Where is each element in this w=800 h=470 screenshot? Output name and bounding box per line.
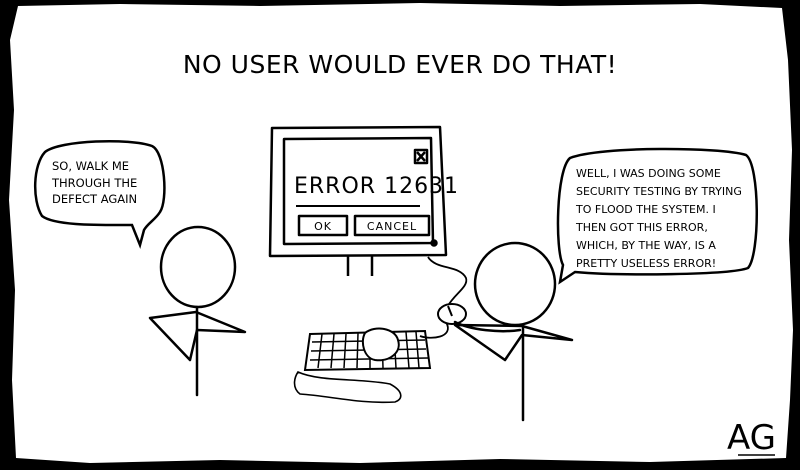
left-bubble-line: DEFECT AGAIN xyxy=(52,192,138,206)
right-bubble-line: WHICH, BY THE WAY, IS A xyxy=(576,239,716,252)
right-bubble-text: WELL, I WAS DOING SOME SECURITY TESTING … xyxy=(576,165,742,273)
ok-button: OK xyxy=(314,220,332,233)
right-bubble-line: SECURITY TESTING BY TRYING xyxy=(576,185,742,198)
mouse-icon xyxy=(437,303,467,325)
left-bubble-line: SO, WALK ME xyxy=(52,159,130,173)
right-bubble-line: THEN GOT THIS ERROR, xyxy=(576,221,708,234)
hand-on-keyboard xyxy=(361,327,400,362)
right-bubble-line: WELL, I WAS DOING SOME xyxy=(576,167,721,180)
right-bubble-line: PRETTY USELESS ERROR! xyxy=(576,257,717,270)
cancel-button: CANCEL xyxy=(366,220,418,233)
artist-signature: AG xyxy=(727,418,777,458)
right-bubble-line: TO FLOOD THE SYSTEM. I xyxy=(576,203,716,216)
left-bubble-line: THROUGH THE xyxy=(52,175,138,190)
left-bubble-text: SO, WALK ME THROUGH THE DEFECT AGAIN xyxy=(52,158,137,208)
comic-title: NO USER WOULD EVER DO THAT! xyxy=(182,50,618,79)
error-message: ERROR 12631 xyxy=(294,174,460,199)
